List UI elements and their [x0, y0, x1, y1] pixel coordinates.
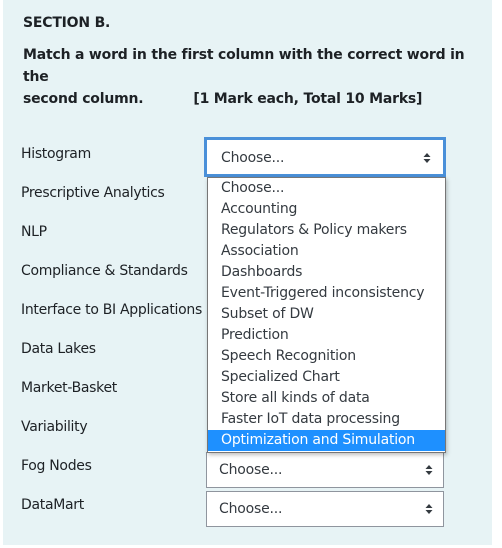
dropdown-option[interactable]: Faster IoT data processing	[208, 409, 445, 430]
select-histogram[interactable]: Choose...	[204, 137, 446, 177]
row-label-fog-nodes: Fog Nodes	[21, 458, 92, 474]
select-datamart[interactable]: Choose...	[206, 491, 444, 527]
select-fog-nodes[interactable]: Choose...	[206, 452, 444, 488]
row-label-compliance: Compliance & Standards	[21, 263, 188, 279]
select-value: Choose...	[219, 501, 283, 517]
dropdown-option[interactable]: Prediction	[208, 325, 445, 346]
select-value: Choose...	[221, 150, 285, 166]
sort-arrows-icon	[423, 153, 431, 163]
instruction-line-1: Match a word in the first column with th…	[23, 47, 465, 85]
dropdown-option[interactable]: Dashboards	[208, 262, 445, 283]
dropdown-option[interactable]: Optimization and Simulation	[208, 430, 445, 451]
instruction-text: second column.	[23, 91, 144, 107]
dropdown-option[interactable]: Store all kinds of data	[208, 388, 445, 409]
instructions: Match a word in the first column with th…	[23, 44, 483, 110]
marks-note: [1 Mark each, Total 10 Marks]	[193, 91, 423, 107]
row-label-prescriptive-analytics: Prescriptive Analytics	[21, 185, 165, 201]
dropdown-option[interactable]: Event-Triggered inconsistency	[208, 283, 445, 304]
row-label-interface-bi: Interface to BI Applications	[21, 302, 202, 318]
row-label-histogram: Histogram	[21, 146, 91, 162]
dropdown-option[interactable]: Choose...	[208, 178, 445, 199]
row-label-nlp: NLP	[21, 224, 47, 240]
row-label-variability: Variability	[21, 419, 88, 435]
dropdown-option[interactable]: Association	[208, 241, 445, 262]
select-value: Choose...	[219, 462, 283, 478]
dropdown-option[interactable]: Speech Recognition	[208, 346, 445, 367]
dropdown-option[interactable]: Subset of DW	[208, 304, 445, 325]
dropdown-option[interactable]: Specialized Chart	[208, 367, 445, 388]
row-label-datamart: DataMart	[21, 497, 84, 513]
sort-arrows-icon	[425, 465, 433, 475]
dropdown-option[interactable]: Accounting	[208, 199, 445, 220]
row-label-data-lakes: Data Lakes	[21, 341, 96, 357]
dropdown-option[interactable]: Regulators & Policy makers	[208, 220, 445, 241]
instruction-line-2: second column. [1 Mark each, Total 10 Mar…	[23, 88, 483, 110]
row-label-market-basket: Market-Basket	[21, 380, 117, 396]
section-title: SECTION B.	[23, 15, 111, 31]
sort-arrows-icon	[425, 504, 433, 514]
dropdown-list[interactable]: Choose... Accounting Regulators & Policy m…	[207, 177, 446, 453]
